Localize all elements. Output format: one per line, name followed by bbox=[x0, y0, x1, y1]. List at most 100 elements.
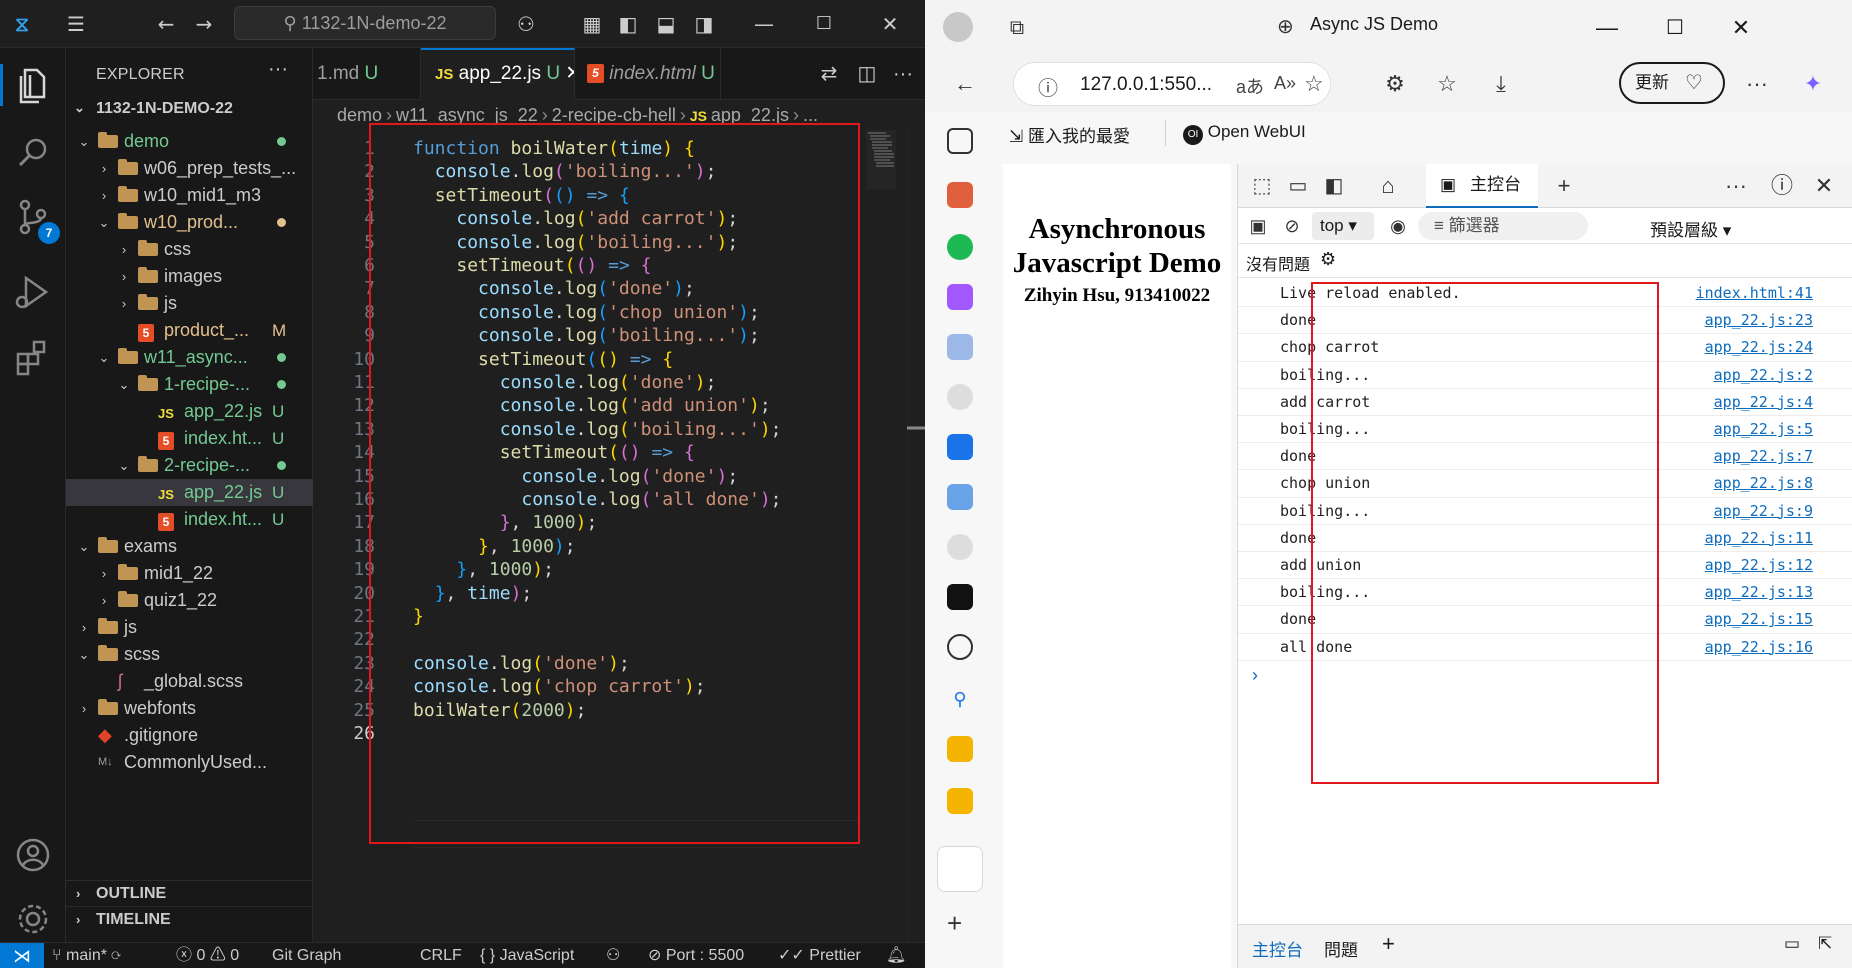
app-green-icon[interactable] bbox=[947, 234, 973, 260]
notion-icon[interactable] bbox=[947, 584, 973, 610]
tree-folder[interactable]: ⌄ 2-recipe-... bbox=[66, 452, 313, 479]
tree-folder[interactable]: ⌄ scss bbox=[66, 641, 313, 668]
console-source-link[interactable]: app_22.js:4 bbox=[1714, 389, 1813, 415]
copilot-status-icon[interactable]: ⚇ bbox=[606, 943, 620, 968]
help-icon[interactable]: ⓘ bbox=[1768, 172, 1796, 200]
collapse-drawer-icon[interactable]: ⇱ bbox=[1818, 934, 1832, 954]
tree-folder[interactable]: › webfonts bbox=[66, 695, 313, 722]
breadcrumb-item[interactable]: w11_async_js_22 bbox=[396, 105, 538, 125]
run-debug-icon[interactable] bbox=[8, 268, 58, 318]
welcome-home-icon[interactable]: ⌂ bbox=[1374, 172, 1402, 200]
console-source-link[interactable]: app_22.js:7 bbox=[1714, 443, 1813, 469]
tree-file[interactable]: 5 index.ht... U bbox=[66, 425, 313, 452]
back-arrow-icon[interactable]: ← bbox=[152, 10, 180, 38]
minimap[interactable] bbox=[866, 130, 896, 190]
toggle-secondary-sidebar-icon[interactable]: ◨ bbox=[690, 10, 718, 38]
extensions-icon[interactable]: ⚙ bbox=[1381, 70, 1409, 98]
more-actions-icon[interactable]: ··· bbox=[268, 58, 288, 81]
address-bar[interactable]: ⓘ 127.0.0.1:550... aあ A» ☆ bbox=[1013, 62, 1331, 106]
openwebui-icon[interactable] bbox=[947, 384, 973, 410]
console-prompt-icon[interactable]: › bbox=[1252, 665, 1258, 686]
console-source-link[interactable]: app_22.js:16 bbox=[1705, 634, 1813, 660]
editor-scrollbar[interactable] bbox=[907, 130, 925, 942]
close-tab-icon[interactable]: ✕ bbox=[565, 63, 574, 84]
settings-gear-icon[interactable]: ⚙ bbox=[1320, 249, 1336, 270]
tab-actions-icon[interactable] bbox=[947, 128, 973, 154]
read-aloud-icon[interactable]: aあ bbox=[1236, 73, 1264, 99]
tab-index-html[interactable]: 5 index.html U bbox=[575, 48, 721, 100]
tree-file[interactable]: M↓ CommonlyUsed... bbox=[66, 749, 313, 776]
remote-indicator-icon[interactable]: ⋊ bbox=[0, 943, 44, 968]
eol-status[interactable]: CRLF bbox=[420, 943, 462, 968]
favorite-open-webui[interactable]: OI Open WebUI bbox=[1183, 122, 1306, 145]
explorer-icon[interactable] bbox=[0, 60, 58, 110]
extensions-icon[interactable] bbox=[8, 332, 58, 382]
settings-gear-icon[interactable] bbox=[8, 894, 58, 944]
tree-file[interactable]: ◆ .gitignore bbox=[66, 722, 313, 749]
prettier-status[interactable]: ✓✓ Prettier bbox=[778, 943, 861, 968]
openwebui-icon[interactable] bbox=[947, 534, 973, 560]
source-control-icon[interactable]: 7 bbox=[8, 192, 60, 244]
timeline-section[interactable]: › TIMELINE bbox=[66, 906, 313, 932]
favorites-import[interactable]: ⇲ 匯入我的最愛 bbox=[1009, 122, 1130, 147]
tree-folder[interactable]: › js bbox=[66, 290, 313, 317]
problems-status[interactable]: ⓧ 0 ⚠ 0 bbox=[176, 943, 239, 968]
forms-icon[interactable] bbox=[947, 434, 973, 460]
forward-arrow-icon[interactable]: → bbox=[190, 10, 218, 38]
minimize-icon[interactable]: — bbox=[750, 10, 778, 38]
tree-folder[interactable]: › mid1_22 bbox=[66, 560, 313, 587]
stack-icon[interactable] bbox=[947, 334, 973, 360]
tree-file[interactable]: ʃ _global.scss bbox=[66, 668, 313, 695]
tree-folder[interactable]: ⌄ demo bbox=[66, 128, 313, 155]
tree-folder[interactable]: ⌄ w10_prod... bbox=[66, 209, 313, 236]
tree-file[interactable]: JS app_22.js U bbox=[66, 398, 313, 425]
console-source-link[interactable]: app_22.js:11 bbox=[1705, 525, 1813, 551]
breadcrumb-item[interactable]: demo bbox=[337, 105, 382, 125]
slides-icon[interactable] bbox=[947, 736, 973, 762]
language-status[interactable]: { } JavaScript bbox=[480, 943, 574, 968]
tree-file[interactable]: 5 index.ht... U bbox=[66, 506, 313, 533]
context-select[interactable]: top ▾ bbox=[1312, 212, 1374, 240]
command-center-search[interactable]: ⚲ 1132-1N-demo-22 bbox=[234, 6, 496, 40]
clear-console-icon[interactable]: ⊘ bbox=[1278, 212, 1306, 240]
console-source-link[interactable]: index.html:41 bbox=[1696, 280, 1813, 306]
live-server-status[interactable]: ⊘ Port : 5500 bbox=[648, 943, 744, 968]
tree-folder[interactable]: › js bbox=[66, 614, 313, 641]
more-actions-icon[interactable]: ··· bbox=[889, 60, 917, 88]
tab-console[interactable]: ▣ 主控台 bbox=[1426, 164, 1538, 208]
drawer-tab-issues[interactable]: 問題 bbox=[1324, 936, 1358, 961]
immersive-reader-icon[interactable]: A» bbox=[1274, 73, 1296, 94]
tree-folder[interactable]: ⌄ 1-recipe-... bbox=[66, 371, 313, 398]
toggle-sidebar-icon[interactable]: ◧ bbox=[614, 10, 642, 38]
log-levels-select[interactable]: 預設層級 ▾ bbox=[1650, 216, 1731, 241]
dock-drawer-icon[interactable]: ▭ bbox=[1784, 934, 1800, 954]
minimize-icon[interactable]: — bbox=[1587, 10, 1627, 46]
maximize-icon[interactable]: ☐ bbox=[1655, 10, 1695, 46]
copilot-icon[interactable]: ⚇ bbox=[512, 10, 540, 38]
figma-icon[interactable] bbox=[947, 284, 973, 310]
breadcrumb-item[interactable]: 2-recipe-cb-hell bbox=[552, 105, 676, 125]
more-tools-icon[interactable]: ··· bbox=[1722, 172, 1750, 200]
console-source-link[interactable]: app_22.js:23 bbox=[1705, 307, 1813, 333]
close-devtools-icon[interactable]: ✕ bbox=[1810, 172, 1838, 200]
console-source-link[interactable]: app_22.js:24 bbox=[1705, 334, 1813, 360]
more-icon[interactable]: ··· bbox=[1743, 70, 1771, 98]
console-source-link[interactable]: app_22.js:5 bbox=[1714, 416, 1813, 442]
open-changes-icon[interactable]: ⇄ bbox=[815, 60, 843, 88]
downloads-icon[interactable]: ⤓ bbox=[1487, 70, 1515, 98]
tree-file[interactable]: JS app_22.js U bbox=[66, 479, 313, 506]
tree-folder[interactable]: › w10_mid1_m3 bbox=[66, 182, 313, 209]
drawer-tab-console[interactable]: 主控台 bbox=[1252, 936, 1303, 961]
breadcrumb-item[interactable]: ... bbox=[803, 105, 818, 125]
accounts-icon[interactable] bbox=[8, 830, 58, 880]
workspace-root[interactable]: ⌄ 1132-1N-DEMO-22 bbox=[66, 100, 313, 126]
search-icon[interactable] bbox=[8, 128, 58, 178]
tab-1-md[interactable]: 1.md U bbox=[313, 48, 421, 100]
sidebar-toggle-icon[interactable]: ▣ bbox=[1244, 212, 1272, 240]
breadcrumb-item[interactable]: app_22.js bbox=[711, 105, 789, 125]
outline-section[interactable]: › OUTLINE bbox=[66, 880, 313, 906]
back-arrow-icon[interactable]: ← bbox=[951, 70, 979, 98]
tree-folder[interactable]: ⌄ exams bbox=[66, 533, 313, 560]
favorite-star-icon[interactable]: ☆ bbox=[1304, 71, 1324, 97]
device-emulation-icon[interactable]: ▭ bbox=[1284, 172, 1312, 200]
